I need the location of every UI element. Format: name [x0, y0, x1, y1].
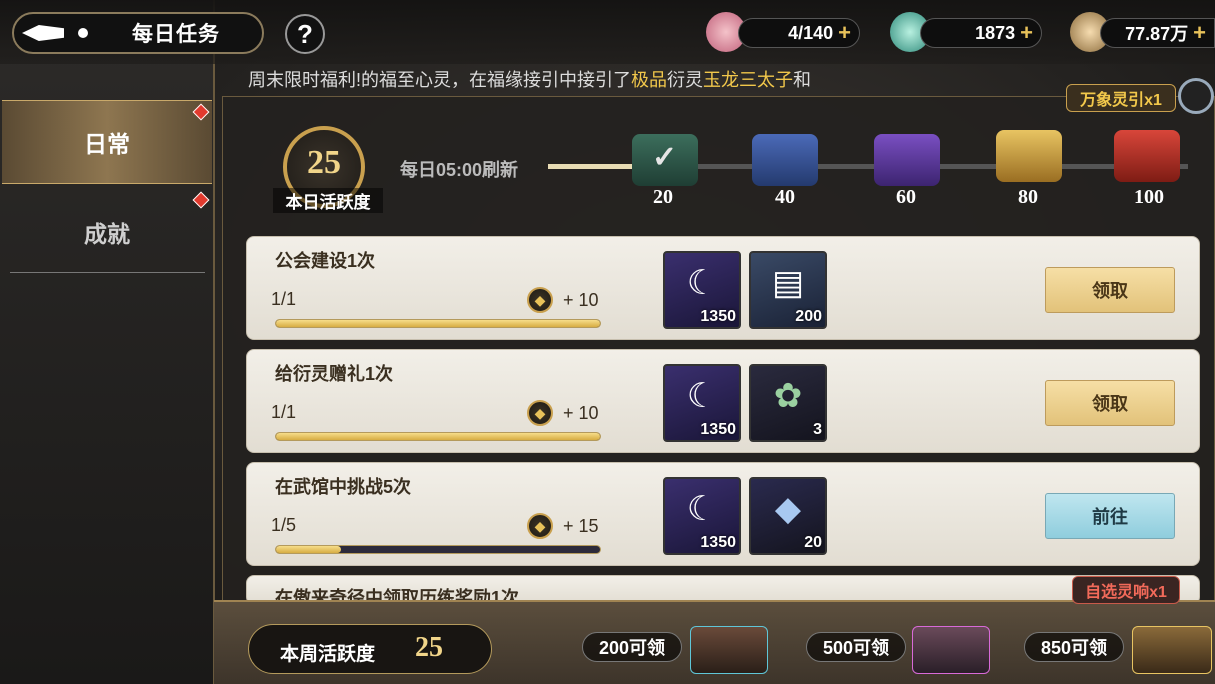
marquee-name: 玉龙三太子	[703, 70, 794, 90]
task-progress-fill	[276, 433, 600, 440]
chest-80-icon[interactable]	[996, 130, 1062, 182]
daily-activity-ring: 25 本日活跃度	[273, 118, 383, 213]
weekly-chest-500-icon[interactable]	[912, 626, 990, 674]
orb-glyph: ☾	[686, 490, 718, 528]
back-arrow-icon	[22, 25, 64, 41]
help-button[interactable]: ?	[285, 14, 325, 54]
task-count: 1/5	[271, 515, 297, 535]
task-card: 在武馆中挑战5次 1/5 ◆ + 15 ☾ 1350 ◆ 20 前往	[246, 462, 1200, 566]
add-jade-icon[interactable]: +	[1020, 20, 1033, 46]
activity-point-icon: ◆	[527, 513, 553, 539]
add-stamina-icon[interactable]: +	[838, 20, 851, 46]
coins-value: 77.87万	[1125, 24, 1189, 44]
stamina-counter[interactable]: 4/140 +	[738, 18, 860, 48]
orb-glyph: ☾	[686, 377, 718, 415]
reward-qty: 200	[795, 308, 822, 325]
task-progress-track	[275, 319, 601, 328]
marquee-text-2: 衍灵	[667, 70, 704, 90]
marquee-prefix: 周末限时福利!	[248, 70, 362, 90]
go-button[interactable]: 前往	[1045, 493, 1175, 539]
weekly-chest-200-icon[interactable]	[690, 626, 768, 674]
milestone-80: 80	[1018, 186, 1038, 208]
claim-button[interactable]: 领取	[1045, 267, 1175, 313]
task-progress-fill	[276, 320, 600, 327]
page-title: 每日任务	[132, 23, 220, 46]
weekly-activity-value: 25	[415, 632, 443, 663]
milestone-100: 100	[1134, 186, 1164, 208]
task-points: ◆ + 10	[527, 400, 599, 426]
task-title: 在武馆中挑战5次	[275, 477, 412, 497]
task-points-value: + 10	[563, 289, 599, 310]
task-progress-fill	[276, 546, 341, 553]
chest-100-icon[interactable]	[1114, 130, 1180, 182]
scroll-glyph: ▤	[771, 264, 805, 302]
task-card: 给衍灵赠礼1次 1/1 ◆ + 10 ☾ 1350 ✿ 3 领取	[246, 349, 1200, 453]
orb-glyph: ☾	[686, 264, 718, 302]
task-card: 公会建设1次 1/1 ◆ + 10 ☾ 1350 ▤ 200 领取	[246, 236, 1200, 340]
coins-counter[interactable]: 77.87万 +	[1100, 18, 1215, 48]
daily-activity-value: 25	[307, 144, 341, 181]
reward-qty: 3	[813, 421, 822, 438]
task-title: 公会建设1次	[275, 251, 376, 271]
task-count: 1/1	[271, 402, 297, 422]
scroll-icon[interactable]: ▤ 200	[749, 251, 827, 329]
task-progress-track	[275, 545, 601, 554]
spirit-orb-icon[interactable]: ☾ 1350	[663, 251, 741, 329]
claim-button[interactable]: 领取	[1045, 380, 1175, 426]
crystal-icon[interactable]: ◆ 20	[749, 477, 827, 555]
reward-qty: 1350	[700, 534, 736, 551]
add-coins-icon[interactable]: +	[1193, 20, 1206, 46]
weekly-chest-500-label: 500可领	[806, 632, 906, 662]
divider	[10, 272, 205, 273]
weekly-chest-850-label: 850可领	[1024, 632, 1124, 662]
spiral-icon	[1178, 78, 1214, 114]
reward-badge: 万象灵引x1	[1066, 84, 1176, 112]
back-button[interactable]: 每日任务	[12, 12, 264, 54]
tab-achievement[interactable]: 成就	[2, 190, 212, 274]
weekly-reward-badge: 自选灵响x1	[1072, 576, 1180, 604]
refresh-time: 每日05:00刷新	[400, 160, 519, 180]
chest-60-icon[interactable]	[874, 134, 940, 186]
tab-daily[interactable]: 日常	[2, 100, 212, 184]
task-title: 给衍灵赠礼1次	[275, 364, 394, 384]
task-points: ◆ + 10	[527, 287, 599, 313]
task-progress-track	[275, 432, 601, 441]
task-points: ◆ + 15	[527, 513, 599, 539]
herb-glyph: ✿	[773, 377, 803, 415]
jade-counter[interactable]: 1873 +	[920, 18, 1042, 48]
reward-qty: 20	[804, 534, 822, 551]
announcement-marquee: 周末限时福利!的福至心灵，在福缘接引中接引了极品衍灵玉龙三太子和	[248, 66, 858, 94]
weekly-activity-label: 本周活跃度	[280, 644, 376, 665]
stamina-value: 4/140	[788, 22, 834, 43]
marquee-tail: 和	[793, 70, 812, 90]
marquee-text: 的福至心灵，在福缘接引中接引了	[361, 70, 632, 90]
spirit-orb-icon[interactable]: ☾ 1350	[663, 477, 741, 555]
reward-qty: 1350	[700, 421, 736, 438]
tab-achievement-label: 成就	[84, 221, 130, 247]
weekly-chest-850-icon[interactable]	[1132, 626, 1212, 674]
weekly-chest-200-label: 200可领	[582, 632, 682, 662]
chest-40-icon[interactable]	[752, 134, 818, 186]
task-count: 1/1	[271, 289, 297, 309]
jade-value: 1873	[975, 22, 1016, 43]
dot-icon	[78, 28, 88, 38]
activity-point-icon: ◆	[527, 400, 553, 426]
check-icon: ✓	[652, 141, 678, 174]
marquee-quality: 极品	[631, 70, 668, 90]
milestone-40: 40	[775, 186, 795, 208]
daily-activity-label: 本日活跃度	[273, 188, 383, 213]
herb-icon[interactable]: ✿ 3	[749, 364, 827, 442]
milestone-20: 20	[653, 186, 673, 208]
activity-point-icon: ◆	[527, 287, 553, 313]
milestone-60: 60	[896, 186, 916, 208]
task-points-value: + 15	[563, 515, 599, 536]
tab-daily-label: 日常	[84, 131, 130, 157]
crystal-glyph: ◆	[774, 490, 802, 528]
spirit-orb-icon[interactable]: ☾ 1350	[663, 364, 741, 442]
reward-qty: 1350	[700, 308, 736, 325]
task-points-value: + 10	[563, 402, 599, 423]
